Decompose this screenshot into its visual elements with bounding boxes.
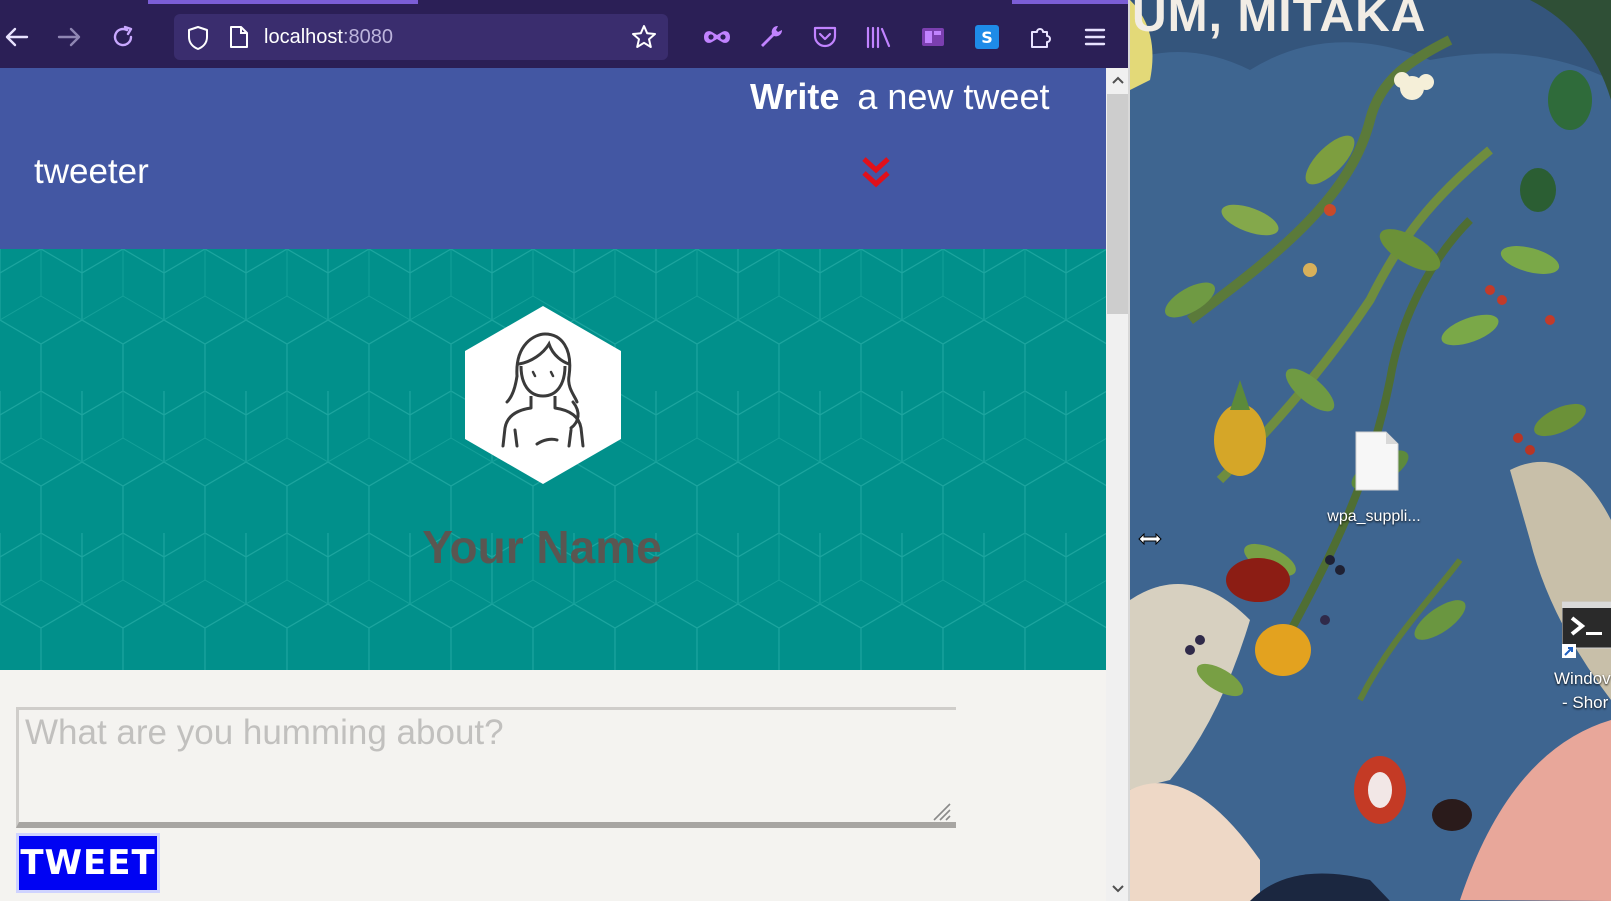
tracking-shield-icon[interactable] <box>186 25 210 56</box>
reload-icon <box>113 25 133 47</box>
terminal-shortcut-icon[interactable] <box>1561 600 1611 667</box>
vertical-scrollbar[interactable] <box>1106 68 1128 901</box>
write-rest-text: a new tweet <box>857 76 1050 117</box>
page-icon[interactable] <box>228 25 250 54</box>
sidebar-icon[interactable] <box>918 22 948 52</box>
screen: UM, MITAKA wpa_suppli... Windov - Shor l… <box>0 0 1611 901</box>
bookmark-star-icon[interactable] <box>630 23 658 56</box>
browser-window: localhost:8080 S Write a new tweet tweet… <box>0 0 1130 901</box>
scroll-up-icon[interactable] <box>1106 68 1128 92</box>
library-icon[interactable] <box>864 22 894 52</box>
tweet-button[interactable]: TWEET <box>16 833 160 893</box>
desktop: UM, MITAKA wpa_suppli... Windov - Shor <box>1130 0 1611 901</box>
reload-button[interactable] <box>106 20 140 54</box>
url-text[interactable]: localhost:8080 <box>264 26 393 49</box>
double-chevron-down-icon[interactable] <box>861 156 891 195</box>
forward-button[interactable] <box>52 20 86 54</box>
terminal-shortcut-label[interactable]: Windov - Shor <box>1554 667 1611 715</box>
tweet-textarea[interactable] <box>16 707 956 828</box>
scroll-down-icon[interactable] <box>1106 877 1128 901</box>
url-host: localhost <box>264 26 343 48</box>
svg-text:S: S <box>981 28 993 47</box>
puzzle-icon[interactable] <box>1026 22 1056 52</box>
hamburger-menu-icon[interactable] <box>1080 22 1110 52</box>
brand-logo-text: tweeter <box>34 152 149 191</box>
profile-name: Your Name <box>422 521 662 573</box>
private-mask-icon[interactable] <box>702 22 732 52</box>
write-new-tweet-heading[interactable]: Write a new tweet <box>750 76 1049 118</box>
site-header: Write a new tweet tweeter <box>0 68 1106 249</box>
shortcut-label-line2: - Shor <box>1562 693 1609 712</box>
write-bold-text: Write <box>750 76 840 117</box>
arrow-left-icon <box>5 27 29 47</box>
extension-s-icon[interactable]: S <box>972 22 1002 52</box>
pocket-icon[interactable] <box>810 22 840 52</box>
resize-cursor-icon <box>1138 532 1162 550</box>
arrow-right-icon <box>57 27 81 47</box>
profile-banner: Your Name <box>0 249 1106 670</box>
back-button[interactable] <box>0 20 34 54</box>
file-icon[interactable] <box>1354 430 1400 497</box>
shortcut-label-line1: Windov <box>1554 669 1611 688</box>
tab-indicator[interactable] <box>1012 0 1128 4</box>
browser-toolbar: localhost:8080 S <box>0 0 1128 68</box>
wallpaper-text: UM, MITAKA <box>1132 0 1427 42</box>
url-bar[interactable]: localhost:8080 <box>174 14 668 60</box>
compose-section: TWEET <box>0 670 1106 901</box>
wrench-icon[interactable] <box>756 22 786 52</box>
avatar[interactable] <box>463 304 623 489</box>
url-port: :8080 <box>342 26 393 48</box>
scrollbar-thumb[interactable] <box>1107 94 1128 314</box>
resize-grip-icon[interactable] <box>930 800 952 827</box>
file-label[interactable]: wpa_suppli... <box>1306 508 1442 526</box>
active-tab-indicator[interactable] <box>148 0 418 4</box>
page-viewport: Write a new tweet tweeter Your Name What… <box>0 68 1106 901</box>
